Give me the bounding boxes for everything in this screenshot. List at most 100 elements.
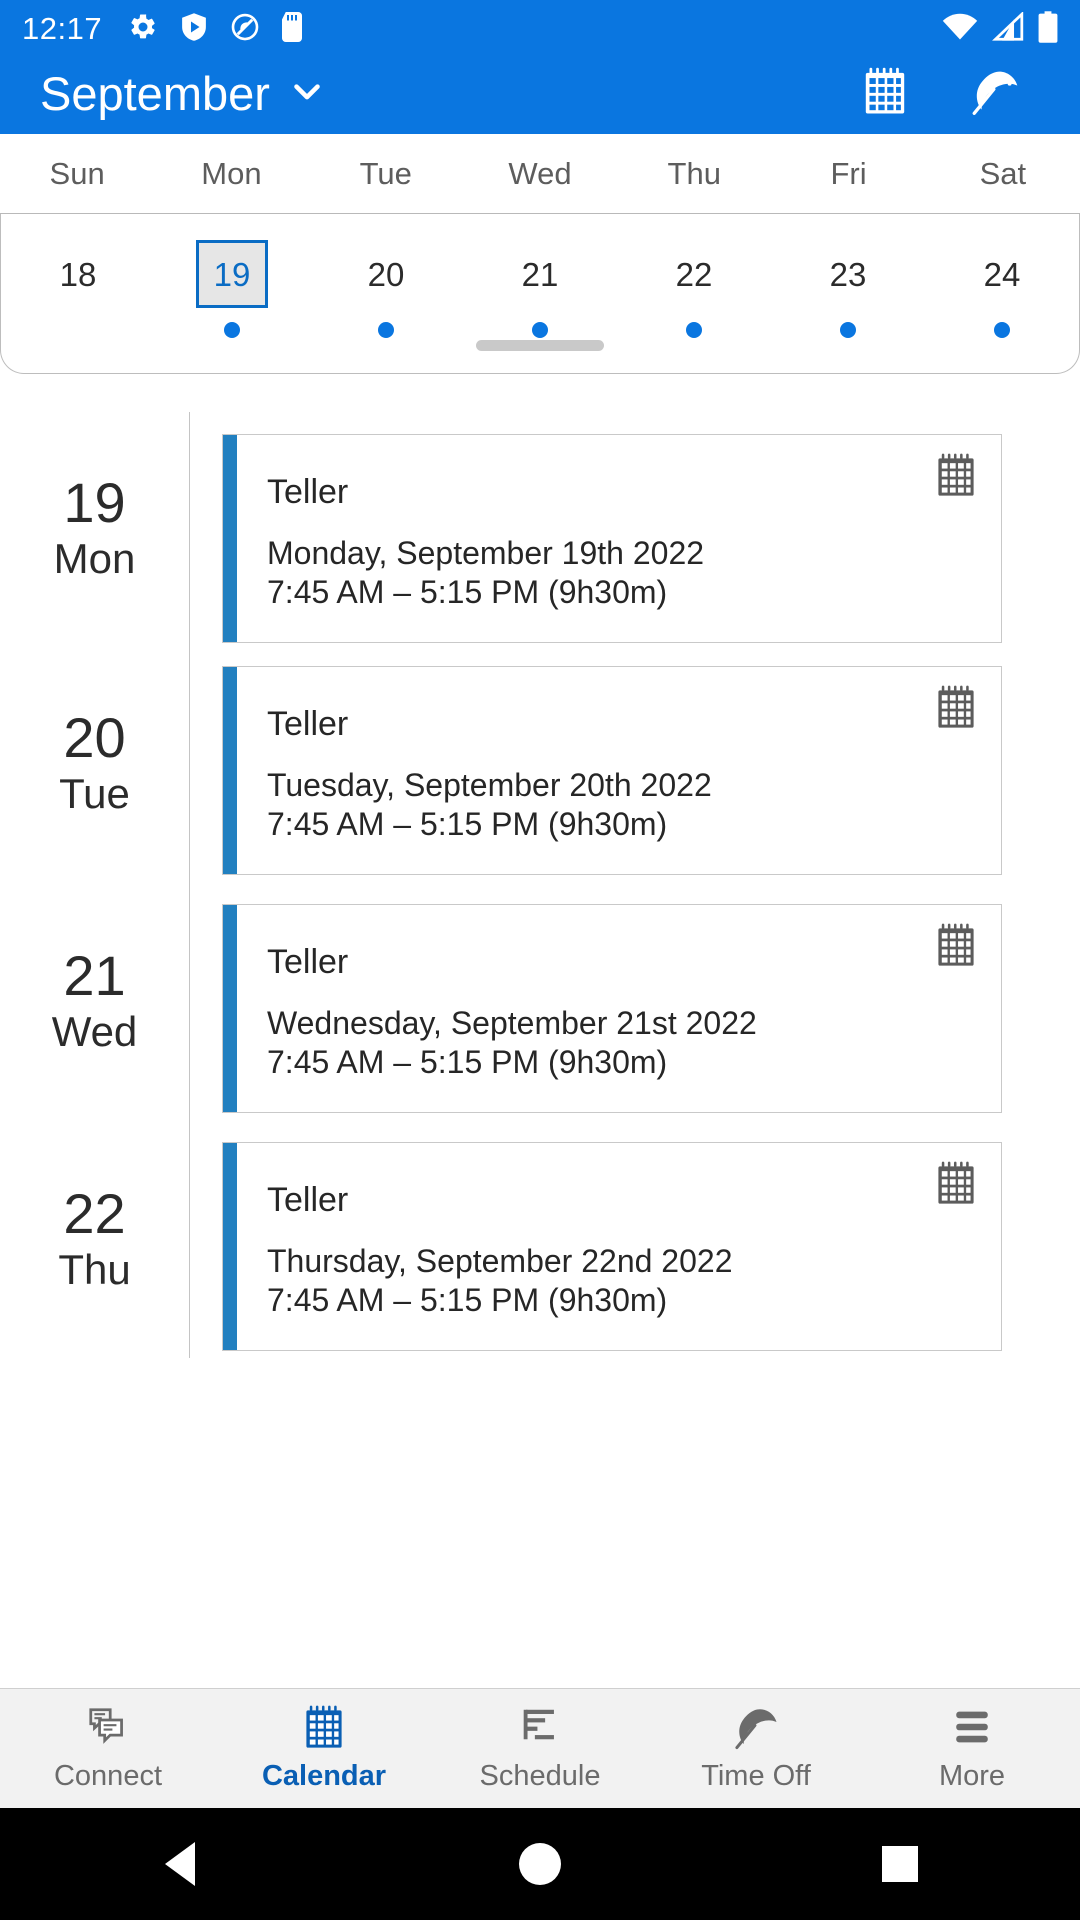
wifi-icon (942, 12, 978, 47)
event-title: Teller (267, 705, 349, 743)
week-day-21[interactable]: 21 (463, 240, 617, 338)
do-not-disturb-icon (230, 12, 260, 47)
agenda-day-name: Tue (59, 769, 130, 817)
event-title: Teller (267, 1181, 349, 1219)
weekday-label: Fri (830, 155, 867, 191)
agenda-day-number: 19 (63, 471, 126, 534)
app-bar-actions (862, 66, 1040, 121)
recents-square-icon (882, 1846, 918, 1882)
event-time: 7:45 AM – 5:15 PM (9h30m) (267, 1044, 668, 1081)
nav-item-calendar[interactable]: Calendar (216, 1704, 432, 1793)
week-strip: 18 19 20 21 22 23 24 (0, 214, 1080, 374)
event-dot (840, 322, 856, 338)
status-right-icons (942, 10, 1058, 48)
nav-label: Time Off (701, 1760, 811, 1792)
day-number: 18 (59, 255, 97, 293)
week-day-24[interactable]: 24 (925, 240, 1079, 338)
weekday-label: Thu (667, 155, 721, 191)
agenda-day-number: 21 (63, 944, 126, 1007)
event-dot (224, 322, 240, 338)
weekday-label: Mon (201, 155, 262, 191)
week-day-18[interactable]: 18 (1, 240, 155, 338)
battery-icon (1038, 10, 1058, 48)
week-days-row: 18 19 20 21 22 23 24 (1, 240, 1079, 338)
event-dot (686, 322, 702, 338)
status-left-icons (128, 11, 303, 47)
app-bar: September (0, 58, 1080, 134)
agenda-row: 20 Tue Teller Tuesday, September 20th 20… (0, 644, 1080, 882)
week-day-23[interactable]: 23 (771, 240, 925, 338)
expand-drag-handle[interactable] (476, 340, 604, 351)
nav-item-schedule[interactable]: Schedule (432, 1704, 648, 1793)
agenda-list[interactable]: 19 Mon Teller Monday, September 19th 202… (0, 412, 1080, 1688)
week-day-19[interactable]: 19 (155, 240, 309, 338)
page-title: September (40, 66, 270, 120)
nav-item-more[interactable]: More (864, 1704, 1080, 1793)
nav-label: Connect (53, 1760, 162, 1792)
event-time: 7:45 AM – 5:15 PM (9h30m) (267, 806, 668, 843)
event-date: Wednesday, September 21st 2022 (267, 1005, 757, 1041)
calendar-icon (935, 453, 977, 502)
beach-umbrella-icon (733, 1704, 779, 1750)
home-circle-icon (519, 1843, 561, 1885)
day-number: 24 (983, 255, 1021, 293)
nav-label: Calendar (261, 1760, 387, 1792)
calendar-icon (935, 923, 977, 972)
shield-play-icon (180, 12, 208, 47)
week-day-20[interactable]: 20 (309, 240, 463, 338)
android-navigation-bar (0, 1808, 1080, 1920)
list-lines-icon (518, 1704, 562, 1750)
calendar-icon (303, 1704, 345, 1750)
event-accent-bar (223, 435, 237, 643)
time-off-button[interactable] (970, 66, 1020, 121)
event-card[interactable]: Teller Wednesday, September 21st 2022 7:… (222, 904, 1002, 1114)
agenda-date: 21 Wed (0, 882, 190, 1120)
agenda-day-name: Thu (58, 1245, 131, 1293)
recents-button[interactable] (720, 1846, 1080, 1882)
status-bar: 12:17 (0, 0, 1080, 58)
weekday-label: Sat (979, 155, 1027, 191)
agenda-events: Teller Tuesday, September 20th 2022 7:45… (190, 644, 1080, 882)
day-number: 20 (367, 255, 405, 293)
event-card[interactable]: Teller Tuesday, September 20th 2022 7:45… (222, 666, 1002, 876)
back-button[interactable] (0, 1842, 360, 1886)
agenda-day-name: Mon (53, 534, 136, 582)
agenda-row: 19 Mon Teller Monday, September 19th 202… (0, 412, 1080, 644)
nav-item-connect[interactable]: Connect (0, 1704, 216, 1793)
cell-signal-icon (992, 10, 1024, 47)
chat-bubbles-icon (86, 1704, 130, 1750)
nav-item-time-off[interactable]: Time Off (648, 1704, 864, 1793)
calendar-icon (935, 1161, 977, 1210)
event-accent-bar (223, 667, 237, 875)
sd-card-icon (282, 11, 303, 47)
month-selector[interactable]: September (40, 70, 328, 117)
agenda-row: 21 Wed Teller Wednesday, September 21st … (0, 882, 1080, 1120)
agenda-day-number: 22 (63, 1182, 126, 1245)
gear-icon (128, 12, 158, 47)
agenda-day-name: Wed (51, 1007, 138, 1055)
event-dot (532, 322, 548, 338)
agenda-day-number: 20 (63, 706, 126, 769)
agenda-events: Teller Thursday, September 22nd 2022 7:4… (190, 1120, 1080, 1358)
agenda-date: 20 Tue (0, 644, 190, 882)
agenda-events: Teller Monday, September 19th 2022 7:45 … (190, 412, 1080, 644)
event-date: Monday, September 19th 2022 (267, 535, 705, 571)
day-number: 21 (521, 255, 559, 293)
event-title: Teller (267, 473, 349, 511)
weekday-label: Tue (359, 155, 412, 191)
event-card[interactable]: Teller Monday, September 19th 2022 7:45 … (222, 434, 1002, 644)
home-button[interactable] (360, 1843, 720, 1885)
day-number: 22 (675, 255, 713, 293)
nav-label: More (938, 1760, 1006, 1792)
event-time: 7:45 AM – 5:15 PM (9h30m) (267, 574, 668, 611)
week-day-22[interactable]: 22 (617, 240, 771, 338)
nav-label: Schedule (479, 1760, 601, 1792)
weekday-label: Sun (49, 155, 105, 191)
agenda-row: 22 Thu Teller Thursday, September 22nd 2… (0, 1120, 1080, 1358)
calendar-view-button[interactable] (862, 67, 908, 120)
event-card[interactable]: Teller Thursday, September 22nd 2022 7:4… (222, 1142, 1002, 1352)
event-accent-bar (223, 905, 237, 1113)
bottom-navigation: Connect Calendar Schedule Time Off More (0, 1688, 1080, 1808)
event-date: Thursday, September 22nd 2022 (267, 1243, 733, 1279)
chevron-down-icon (286, 70, 328, 117)
